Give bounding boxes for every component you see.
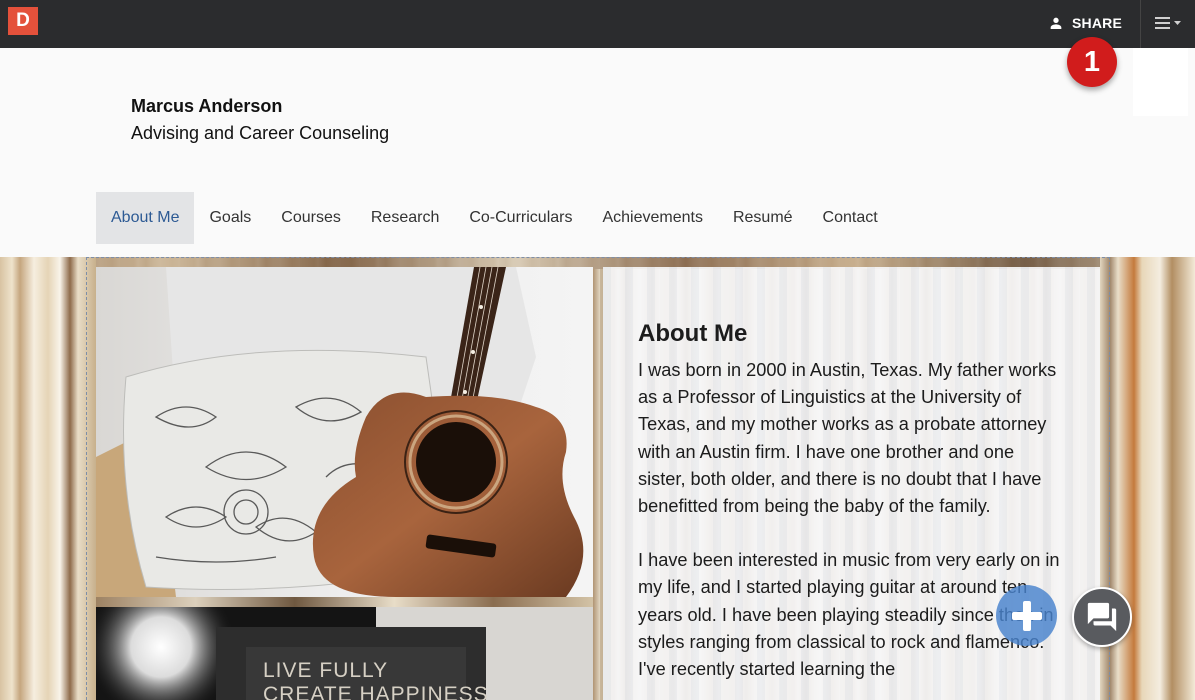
- motivation-photo: LIVE FULLY CREATE HAPPINESS: [96, 607, 593, 700]
- app-logo[interactable]: D: [8, 7, 38, 35]
- plus-icon: [1011, 600, 1042, 631]
- notification-badge[interactable]: 1: [1067, 37, 1117, 87]
- nav-tab-about-me[interactable]: About Me: [96, 192, 195, 244]
- about-paragraph-1: I was born in 2000 in Austin, Texas. My …: [638, 360, 1057, 517]
- nav-tab-research[interactable]: Research: [356, 192, 454, 244]
- top-bar: D SHARE: [0, 0, 1195, 48]
- add-content-button[interactable]: [996, 585, 1057, 646]
- chat-button[interactable]: [1072, 587, 1132, 647]
- share-label: SHARE: [1072, 15, 1123, 31]
- nav-tab-co-curriculars[interactable]: Co-Curriculars: [454, 192, 587, 244]
- photo-divider: [96, 597, 593, 607]
- about-me-heading: About Me: [638, 320, 748, 347]
- main-menu-button[interactable]: [1141, 0, 1195, 46]
- nav-tab-resume[interactable]: Resumé: [718, 192, 808, 244]
- nav-tab-courses[interactable]: Courses: [266, 192, 356, 244]
- nav-tab-achievements[interactable]: Achievements: [587, 192, 718, 244]
- photo-text-line2: CREATE HAPPINESS: [263, 683, 489, 700]
- guitar-illustration: [96, 267, 593, 597]
- guitar-photo: [96, 267, 593, 597]
- chat-bubbles-icon: [1087, 602, 1117, 632]
- nav-tab-goals[interactable]: Goals: [194, 192, 266, 244]
- person-icon: [1050, 17, 1062, 29]
- profile-subtitle: Advising and Career Counseling: [131, 123, 390, 143]
- nav-tab-contact[interactable]: Contact: [808, 192, 893, 244]
- profile-name: Marcus Anderson: [131, 96, 283, 116]
- portfolio-nav: About Me Goals Courses Research Co-Curri…: [96, 192, 893, 244]
- hamburger-menu-icon: [1155, 17, 1181, 29]
- header-panel: [1133, 48, 1188, 116]
- books-left: [0, 257, 96, 700]
- photo-text-line1: LIVE FULLY: [263, 659, 389, 682]
